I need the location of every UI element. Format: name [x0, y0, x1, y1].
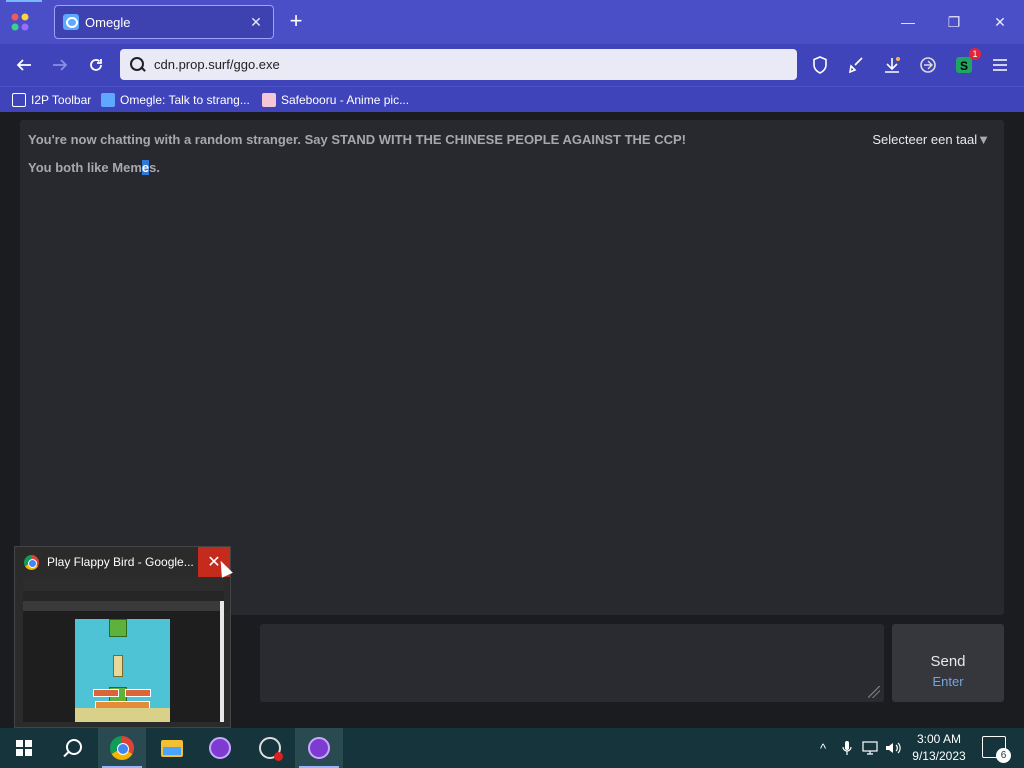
score-board: [113, 655, 123, 677]
preview-navbar: [23, 591, 224, 601]
chevron-down-icon: ▼: [977, 132, 990, 147]
bookmark-label: Omegle: Talk to strang...: [120, 93, 250, 107]
preview-site-header: [23, 601, 224, 611]
minimize-button[interactable]: —: [888, 8, 928, 36]
bookmark-safebooru[interactable]: Safebooru - Anime pic...: [262, 91, 409, 109]
clock-time: 3:00 AM: [916, 732, 962, 746]
send-button[interactable]: Send Enter: [892, 624, 1004, 702]
system-clock[interactable]: 3:00 AM 9/13/2023: [906, 731, 972, 765]
bookmark-label: Safebooru - Anime pic...: [281, 93, 410, 107]
clock-date: 9/13/2023: [912, 749, 966, 763]
apps-grid-icon[interactable]: [6, 0, 42, 36]
taskbar-screen-recorder[interactable]: [246, 728, 294, 768]
taskbar-tor-browser[interactable]: [196, 728, 244, 768]
search-icon: [63, 739, 82, 757]
omegle-icon: [101, 93, 115, 107]
reload-icon[interactable]: [83, 52, 109, 78]
preview-scrollbar: [220, 601, 224, 722]
send-shortcut-hint: Enter: [932, 674, 964, 689]
tab-close-icon[interactable]: ✕: [247, 14, 265, 31]
navigation-bar: cdn.prop.surf/ggo.exe S 1: [0, 44, 1024, 86]
bookmark-omegle[interactable]: Omegle: Talk to strang...: [101, 91, 250, 109]
menu-hamburger-icon[interactable]: [987, 52, 1013, 78]
language-select[interactable]: Selecteer een taal▼: [872, 132, 990, 147]
taskbar-chrome[interactable]: [98, 728, 146, 768]
search-icon: [130, 56, 146, 73]
tor-browser-icon: [308, 737, 330, 759]
forward-arrow-icon[interactable]: [47, 52, 73, 78]
notification-count-badge: 6: [996, 748, 1011, 763]
svg-text:S: S: [960, 59, 968, 73]
preview-tabbar: [23, 577, 224, 591]
volume-icon[interactable]: [884, 728, 904, 768]
extension-icon[interactable]: S 1: [951, 48, 981, 78]
send-label: Send: [930, 653, 966, 670]
menu-button-shape: [125, 689, 151, 697]
folder-icon: [12, 93, 26, 107]
language-select-label: Selecteer een taal: [872, 132, 978, 147]
download-icon[interactable]: [879, 52, 905, 78]
status-message: You're now chatting with a random strang…: [28, 132, 686, 147]
chrome-icon: [24, 554, 39, 570]
windows-taskbar: ^ 3:00 AM 9/13/2023 6: [0, 728, 1024, 768]
window-close-button[interactable]: ✕: [980, 8, 1020, 36]
chat-log: You're now chatting with a random strang…: [20, 120, 1004, 615]
vpn-extension-icon[interactable]: [915, 52, 941, 78]
restore-button[interactable]: ❐: [934, 8, 974, 36]
tor-browser-icon: [209, 737, 231, 759]
resize-handle-icon[interactable]: [868, 686, 880, 698]
new-tab-button[interactable]: +: [284, 10, 308, 34]
back-arrow-icon[interactable]: [11, 52, 37, 78]
common-likes-message: You both like Memes.: [28, 160, 160, 175]
omegle-favicon-icon: [63, 14, 79, 30]
extension-badge: 1: [969, 48, 981, 60]
taskbar-file-explorer[interactable]: [148, 728, 196, 768]
chevron-up-icon: ^: [819, 740, 827, 756]
url-text[interactable]: cdn.prop.surf/ggo.exe: [154, 57, 280, 72]
safebooru-icon: [262, 93, 276, 107]
pipe-top: [109, 619, 127, 637]
ground: [75, 708, 170, 722]
windows-logo-icon: [16, 740, 32, 756]
tab-omegle[interactable]: Omegle ✕: [54, 5, 274, 39]
flappy-bird-game-image: [75, 619, 170, 722]
notification-center-icon[interactable]: 6: [982, 736, 1011, 763]
address-bar[interactable]: cdn.prop.surf/ggo.exe: [120, 49, 797, 80]
file-explorer-icon: [161, 739, 183, 757]
bookmarks-bar: I2P Toolbar Omegle: Talk to strang... Sa…: [0, 86, 1024, 112]
likes-prefix: You both like Mem: [28, 160, 142, 175]
taskbar-thumbnail-preview[interactable]: Play Flappy Bird - Google... ✕: [14, 546, 231, 728]
broom-icon[interactable]: [843, 52, 869, 78]
menu-button-shape: [93, 689, 119, 697]
start-button[interactable]: [0, 728, 48, 768]
show-hidden-icons-button[interactable]: ^: [814, 728, 832, 768]
message-input[interactable]: [260, 624, 884, 702]
window-preview-image[interactable]: [23, 577, 224, 722]
shield-icon[interactable]: [807, 52, 833, 78]
accent-line: [6, 0, 42, 2]
tab-title: Omegle: [85, 14, 131, 30]
thumbnail-title: Play Flappy Bird - Google...: [47, 555, 194, 569]
chrome-icon: [110, 736, 134, 760]
search-button[interactable]: [48, 728, 96, 768]
tab-strip: Omegle ✕ + — ❐ ✕: [0, 0, 1024, 44]
screen-recorder-icon: [259, 737, 283, 761]
likes-suffix: s.: [149, 160, 160, 175]
network-icon[interactable]: [860, 728, 880, 768]
taskbar-tor-browser-active[interactable]: [295, 728, 343, 768]
bookmark-label: I2P Toolbar: [31, 93, 92, 107]
bookmark-i2p-toolbar[interactable]: I2P Toolbar: [12, 91, 91, 109]
microphone-icon[interactable]: [838, 728, 856, 768]
